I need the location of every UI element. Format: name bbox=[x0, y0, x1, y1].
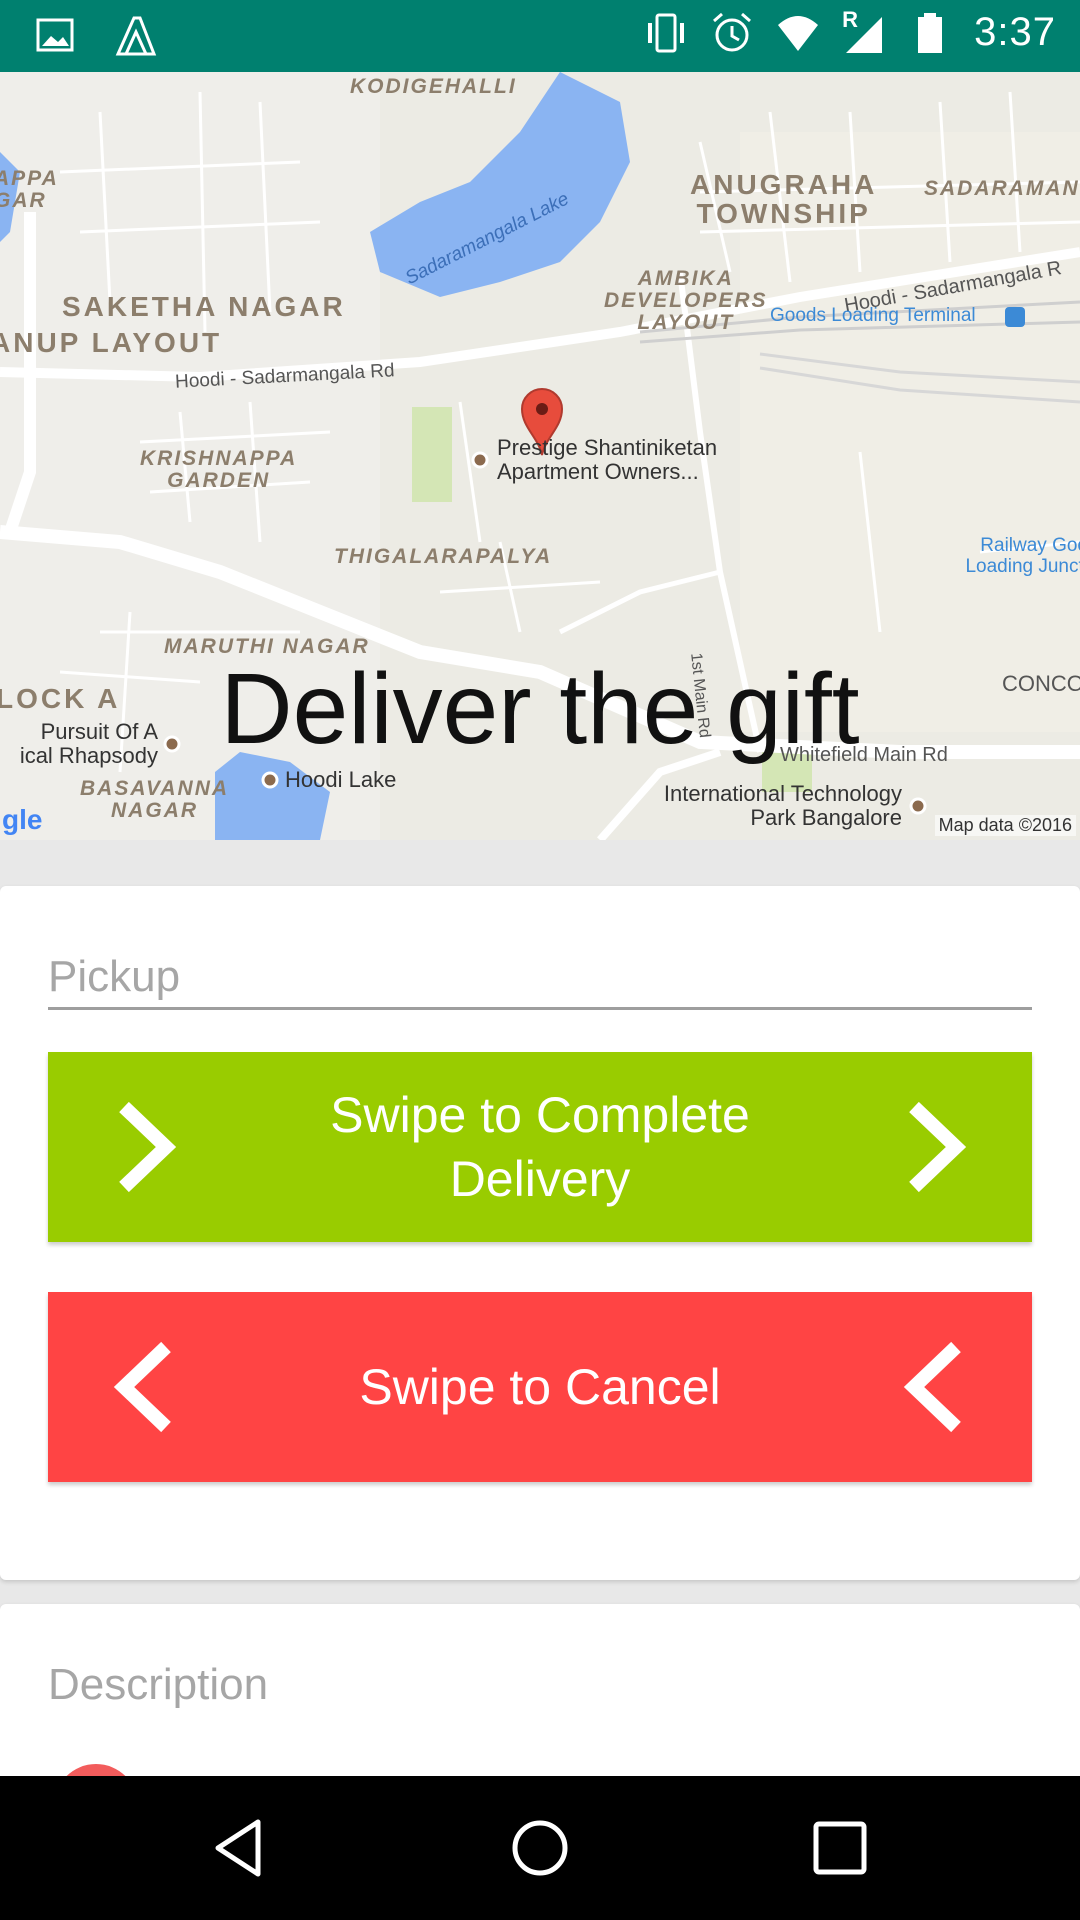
map-area-label: KRISHNAPPA GARDEN bbox=[140, 447, 298, 493]
chevron-right-icon bbox=[909, 1101, 967, 1193]
swipe-cancel-label: Swipe to Cancel bbox=[359, 1359, 721, 1415]
map-area-label: ANUGRAHA TOWNSHIP bbox=[690, 169, 878, 230]
vibrate-icon bbox=[648, 13, 685, 52]
app-screen: R 3:37 KODIGEHALLI ANUGRAHA TOWNSHIP SAD… bbox=[0, 0, 1080, 1920]
pickup-input[interactable] bbox=[48, 946, 1032, 1010]
map-area-label: SADARAMAN bbox=[924, 177, 1080, 200]
transit-label[interactable]: Railway Goo Loading Juncti bbox=[938, 535, 1080, 578]
google-logo: gle bbox=[2, 804, 43, 835]
map-area-label: ANUP LAYOUT bbox=[0, 327, 223, 358]
chevron-right-icon bbox=[119, 1101, 177, 1193]
swipe-cancel-button[interactable]: Swipe to Cancel bbox=[48, 1292, 1032, 1482]
wifi-icon bbox=[778, 15, 819, 51]
description-label: Description bbox=[48, 1660, 269, 1709]
clock-time: 3:37 bbox=[974, 10, 1056, 54]
app-notification-icon bbox=[115, 16, 157, 56]
poi-label[interactable]: International Technology Park Bangalore bbox=[622, 781, 902, 830]
map-area-label: THIGALARAPALYA bbox=[334, 545, 553, 568]
map-area-label: KODIGEHALLI bbox=[350, 75, 517, 98]
recents-icon[interactable] bbox=[804, 1812, 876, 1884]
poi-label[interactable]: Prestige Shantiniketan Apartment Owners.… bbox=[497, 435, 717, 484]
image-icon bbox=[36, 18, 74, 52]
home-icon[interactable] bbox=[504, 1812, 576, 1884]
chevron-left-icon bbox=[903, 1341, 961, 1433]
map-area-label: BASAVANNA NAGAR bbox=[80, 777, 230, 823]
map-area-label: SAKETHA NAGAR bbox=[62, 291, 346, 322]
chevron-left-icon bbox=[113, 1341, 171, 1433]
battery-icon bbox=[918, 12, 943, 53]
alarm-icon bbox=[713, 12, 752, 51]
roaming-indicator: R bbox=[842, 6, 859, 32]
map-area-label: APPA GAR bbox=[0, 167, 59, 213]
cell-signal-icon: R bbox=[842, 7, 886, 55]
page-title: Deliver the gift bbox=[220, 653, 860, 765]
map-view[interactable]: KODIGEHALLI ANUGRAHA TOWNSHIP SADARAMAN … bbox=[0, 72, 1080, 840]
back-icon[interactable] bbox=[204, 1812, 276, 1884]
delivery-actions-card: Swipe to Complete Delivery Swipe to Canc… bbox=[0, 886, 1080, 1580]
transit-label[interactable]: Goods Loading Terminal bbox=[770, 305, 976, 327]
swipe-complete-label: Swipe to Complete Delivery bbox=[330, 1087, 750, 1207]
swipe-complete-delivery-button[interactable]: Swipe to Complete Delivery bbox=[48, 1052, 1032, 1242]
map-copyright: Map data ©2016 bbox=[934, 815, 1076, 836]
map-area-label: AMBIKA DEVELOPERS LAYOUT bbox=[604, 267, 768, 335]
poi-label[interactable]: Hoodi Lake bbox=[285, 767, 396, 792]
status-bar: R 3:37 bbox=[0, 0, 1080, 72]
navigation-bar bbox=[0, 1776, 1080, 1920]
